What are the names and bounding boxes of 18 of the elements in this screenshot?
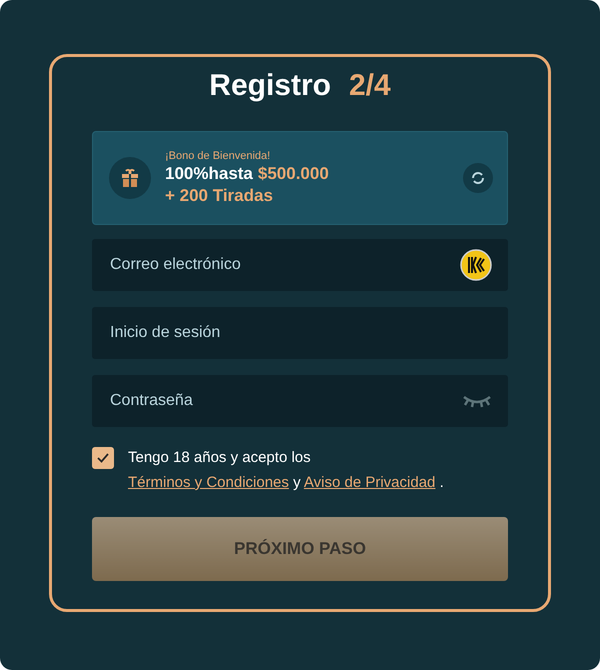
check-icon — [97, 453, 109, 463]
badge-icon[interactable] — [460, 249, 492, 281]
bonus-spins: + 200 Tiradas — [165, 186, 274, 206]
terms-link[interactable]: Aviso de Privacidad — [304, 474, 436, 491]
step-counter: 2/4 — [348, 69, 391, 103]
terms-text: Tengo 18 años y acepto los Términos y Condiciones y Aviso de Privacidad . — [128, 448, 445, 493]
form-title: Registro — [209, 69, 331, 103]
terms-link[interactable]: Términos y Condiciones — [128, 474, 289, 491]
input-field[interactable]: Inicio de sesión — [92, 307, 508, 359]
terms-checkbox[interactable] — [92, 447, 114, 469]
gift-icon — [120, 168, 140, 188]
closed-eye-icon[interactable] — [462, 394, 492, 408]
bonus-headline: 100%hasta — [165, 164, 253, 184]
bonus-amount: $500.000 — [258, 164, 329, 184]
input-field[interactable]: Contraseña — [92, 375, 508, 427]
refresh-icon[interactable] — [471, 171, 485, 185]
bonus-label: ¡Bono de Bienvenida! — [165, 150, 272, 162]
input-field[interactable]: Correo electrónico — [92, 239, 508, 291]
